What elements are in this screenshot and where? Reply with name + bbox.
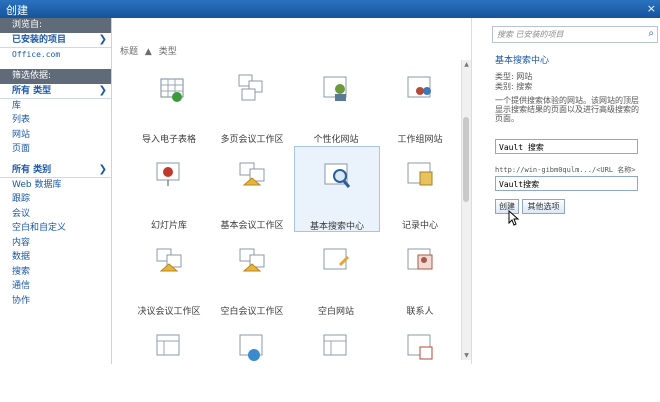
mouse-pointer-icon [508,210,520,226]
left-panel: 浏览自: 已安装的项目 ❯ Office.com 筛选依据: 所有 类型 ❯ 库… [0,18,112,364]
template-tile[interactable] [378,318,462,402]
template-tile[interactable]: 基本搜索中心 [294,146,380,232]
sort-bar: 标题 ▲ 类型 [120,44,181,57]
template-tile-label: 决议会议工作区 [137,307,201,317]
template-tile-label: 基本会议工作区 [220,221,284,231]
more-options-button[interactable]: 其他选项 [522,199,565,214]
template-tile[interactable] [127,318,211,402]
item-category: 类别: 搜索 [495,82,533,91]
category-filter-item-2[interactable]: 会议 [0,207,111,222]
template-tile[interactable]: 导入电子表格 [127,60,211,145]
template-tile[interactable]: 空白网站 [294,232,378,317]
item-title: 基本搜索中心 [495,56,550,66]
template-tile[interactable]: 基本会议工作区 [210,146,294,231]
template-tile[interactable] [294,318,378,402]
sort-ascending-icon: ▲ [144,47,152,57]
type-filter-item-3[interactable]: 页面 [0,142,111,157]
search-input[interactable]: 搜索 已安装的项目 ⌕ [492,26,658,43]
search-placeholder: 搜索 已安装的项目 [497,30,564,39]
url-field[interactable]: Vault搜索 [495,176,638,191]
chevron-right-icon: ❯ [98,84,107,96]
template-tile-label: 基本搜索中心 [309,222,364,232]
template-tile-label: 个性化网站 [313,135,359,145]
template-tile-label: 多页会议工作区 [220,135,284,145]
template-gallery: 标题 ▲ 类型 导入电子表格 多页会议工作区 个性化网站 工作组网站幻灯片库 基本会议工… [112,18,462,364]
category-filter-item-1[interactable]: 跟踪 [0,192,111,207]
template-tile-label: 导入电子表格 [141,135,196,145]
chevron-right-icon: ❯ [98,34,107,45]
close-icon[interactable]: × [647,2,656,15]
installed-items-label: 已安装的项目 [12,35,67,45]
all-types-label: 所有 类型 [12,85,52,96]
template-tile[interactable]: 联系人 [378,232,462,317]
all-categories-label: 所有 类别 [12,164,52,175]
installed-items-nav[interactable]: 已安装的项目 ❯ [0,33,111,48]
template-tile[interactable]: 空白会议工作区 [210,232,294,317]
filter-by-header: 筛选依据: [0,68,111,84]
category-filter-item-4[interactable]: 内容 [0,236,111,251]
template-tile[interactable] [210,318,294,402]
category-filter-item-5[interactable]: 数据 [0,250,111,265]
window-title: 创建 [6,4,28,17]
template-tile[interactable]: 记录中心 [378,146,462,231]
scrollbar-thumb[interactable] [463,117,469,202]
scroll-up-icon[interactable]: ▲ [462,60,471,69]
type-filter-item-1[interactable]: 列表 [0,113,111,128]
template-tile-label: 幻灯片库 [150,221,187,231]
scroll-down-icon[interactable]: ▼ [462,351,471,360]
template-tile[interactable]: 决议会议工作区 [127,232,211,317]
template-tile[interactable]: 个性化网站 [294,60,378,145]
template-tile-label: 空白会议工作区 [220,307,284,317]
chevron-right-icon: ❯ [98,163,107,175]
template-tile[interactable]: 工作组网站 [378,60,462,145]
template-tile-label: 工作组网站 [397,135,443,145]
sort-by-type[interactable]: 类型 [159,47,177,57]
name-field[interactable]: Vault 搜索 [495,139,638,154]
sort-by-title[interactable]: 标题 [120,47,138,57]
category-filter-item-7[interactable]: 通信 [0,279,111,294]
search-icon[interactable]: ⌕ [648,28,654,39]
category-filter-item-0[interactable]: Web 数据库 [0,178,111,193]
item-description: 一个提供搜索体验的网站。该网站的顶层显示搜索结果的页面以及进行高级搜索的页面。 [495,96,639,123]
url-prefix: http://win-gibm0qulm.../<URL 名称> [495,166,636,174]
template-tile-label: 联系人 [406,307,434,317]
details-panel: 搜索 已安装的项目 ⌕ 基本搜索中心 类型: 网站 类别: 搜索 一个提供搜索体… [471,18,660,364]
category-filter-item-3[interactable]: 空白和自定义 [0,221,111,236]
type-filter-item-2[interactable]: 网站 [0,128,111,143]
type-filter-item-0[interactable]: 库 [0,99,111,114]
gallery-scrollbar[interactable]: ▲ ▼ [461,60,471,360]
all-categories-nav[interactable]: 所有 类别 ❯ [0,163,111,178]
category-filter-item-6[interactable]: 搜索 [0,265,111,280]
title-bar: 创建 × [0,0,660,18]
template-tile[interactable]: 幻灯片库 [127,146,211,231]
category-filter-item-8[interactable]: 协作 [0,294,111,309]
office-com-link[interactable]: Office.com [0,48,111,63]
template-tile-label: 空白网站 [317,307,354,317]
browse-from-header: 浏览自: [0,18,111,33]
template-tile[interactable]: 多页会议工作区 [210,60,294,145]
template-tile-label: 记录中心 [401,221,438,231]
all-types-nav[interactable]: 所有 类型 ❯ [0,84,111,99]
